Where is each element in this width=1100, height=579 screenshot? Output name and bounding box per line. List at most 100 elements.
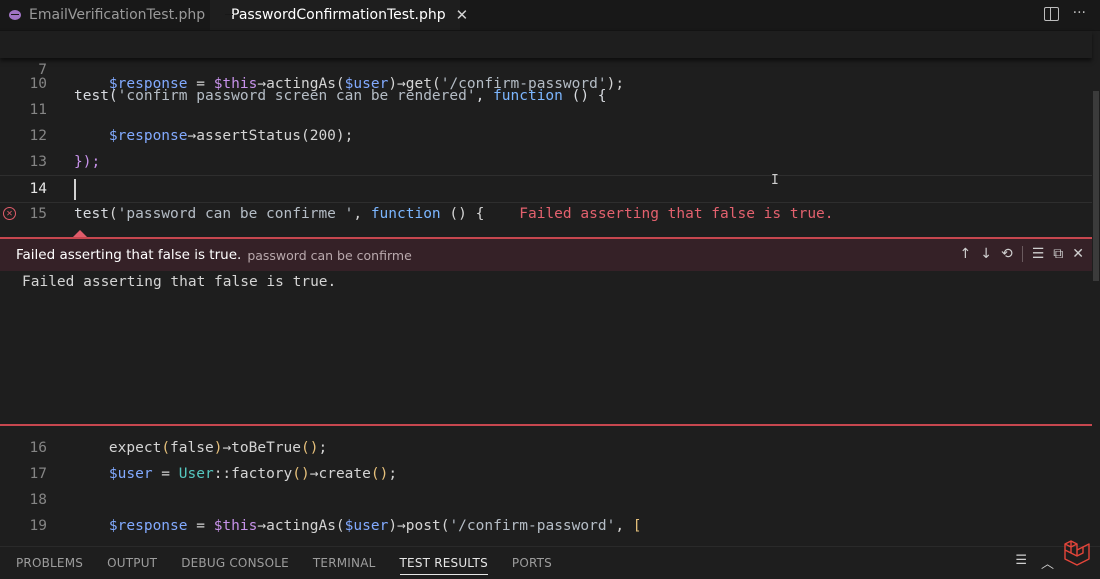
code-token: () { — [440, 206, 485, 222]
code-line[interactable]: 18 — [0, 487, 1092, 513]
code-token: $response — [108, 128, 188, 144]
code-token: test — [74, 88, 109, 104]
code-token: ); — [606, 76, 625, 92]
code-token: () — [370, 466, 389, 482]
text-caret — [74, 179, 76, 200]
code-token: () — [292, 466, 310, 482]
code-line[interactable]: 19 $response = $this→actingAs($user)→pos… — [0, 513, 1092, 539]
laravel-logo-icon — [1064, 540, 1090, 566]
test-failure-peek: Failed asserting that false is true. pas… — [0, 237, 1092, 426]
code-token: }); — [74, 154, 101, 170]
code-token: = — [152, 466, 179, 482]
code-token: '/confirm-password' — [449, 518, 616, 534]
tab-label: EmailVerificationTest.php — [29, 7, 206, 23]
peek-pointer — [73, 230, 87, 237]
code-token: $response — [108, 518, 188, 534]
code-line[interactable]: 12 $response→assertStatus(200); — [0, 123, 1092, 149]
code-token: ::factory — [213, 466, 293, 482]
list-view-icon[interactable]: ☰ — [1015, 553, 1027, 572]
code-token: 'password can be confirme ' — [117, 206, 354, 222]
line-number: 16 — [29, 440, 47, 456]
panel-tab-problems[interactable]: PROBLEMS — [16, 547, 83, 575]
code-token: , — [615, 518, 633, 534]
code-text: test('password can be confirme ', functi… — [74, 201, 834, 227]
code-text: $response = $this→actingAs($user)→post('… — [74, 513, 642, 539]
code-token: ); — [335, 128, 354, 144]
editor-tab-bar: EmailVerificationTest.php PasswordConfir… — [0, 0, 1100, 31]
code-token: expect — [74, 440, 162, 456]
line-number: 17 — [29, 466, 47, 482]
code-text: $user = User::factory()→create(); — [74, 461, 397, 487]
code-text: expect(false)→toBeTrue(); — [74, 435, 327, 461]
scrollbar-thumb[interactable] — [1093, 91, 1099, 281]
code-line[interactable]: 17 $user = User::factory()→create(); — [0, 461, 1092, 487]
tab-label: PasswordConfirmationTest.php — [231, 7, 446, 23]
panel-tab-debug-console[interactable]: DEBUG CONSOLE — [181, 547, 289, 575]
code-token: 200 — [309, 128, 336, 144]
sticky-scroll-line[interactable]: 7 test('confirm password screen can be r… — [0, 31, 1092, 104]
open-in-editor-icon[interactable]: ⧉ — [1053, 246, 1063, 262]
code-token: ( — [161, 440, 171, 456]
list-icon[interactable]: ☰ — [1032, 246, 1045, 262]
line-number: 15 — [29, 206, 47, 222]
text-cursor-ibeam-icon: I — [771, 173, 779, 188]
panel-tab-output[interactable]: OUTPUT — [107, 547, 157, 575]
panel-tab-terminal[interactable]: TERMINAL — [313, 547, 376, 575]
code-token: $user — [344, 518, 389, 534]
history-icon[interactable]: ⟲ — [1001, 246, 1013, 262]
code-token: = — [187, 518, 214, 534]
toolbar-separator — [1021, 246, 1023, 262]
code-token: () { — [562, 88, 607, 104]
code-token: test — [74, 206, 109, 222]
line-number: 18 — [29, 492, 47, 508]
php-file-icon — [9, 10, 21, 20]
code-token: , — [353, 206, 371, 222]
panel-tab-bar: PROBLEMS OUTPUT DEBUG CONSOLE TERMINAL T… — [0, 546, 1100, 575]
close-tab-icon[interactable]: ✕ — [456, 6, 469, 24]
code-line[interactable]: 16 expect(false)→toBeTrue(); — [0, 435, 1092, 461]
tab-password-confirmation-test[interactable]: PasswordConfirmationTest.php ✕ — [210, 0, 468, 30]
panel-tab-ports[interactable]: PORTS — [512, 547, 552, 575]
code-token: →actingAs( — [257, 518, 345, 534]
arrow-down-icon[interactable]: ↓ — [980, 246, 992, 262]
chevron-up-icon[interactable]: ︿ — [1041, 553, 1054, 572]
code-token: ; — [388, 466, 398, 482]
code-token: User — [178, 466, 214, 482]
line-number: 14 — [29, 181, 47, 197]
code-line[interactable]: 14 — [0, 175, 1092, 203]
arrow-up-icon[interactable]: ↑ — [960, 246, 972, 262]
code-token: , — [475, 88, 494, 104]
code-text: test('confirm password screen can be ren… — [74, 83, 607, 109]
code-token: () — [301, 440, 319, 456]
peek-message: Failed asserting that false is true. — [22, 274, 337, 290]
panel-tab-test-results[interactable]: TEST RESULTS — [399, 547, 489, 575]
code-token: function — [370, 206, 441, 222]
close-peek-icon[interactable]: ✕ — [1072, 246, 1084, 262]
tab-email-verification-test[interactable]: EmailVerificationTest.php — [0, 0, 211, 30]
split-editor-icon[interactable] — [1043, 7, 1059, 21]
peek-toolbar: ↑ ↓ ⟲ ☰ ⧉ ✕ — [960, 246, 1084, 262]
code-token: ( — [108, 88, 118, 104]
code-token: 'confirm password screen can be rendered… — [117, 88, 476, 104]
editor-actions: ··· — [1043, 5, 1086, 21]
code-token: function — [493, 88, 563, 104]
more-actions-icon[interactable]: ··· — [1073, 5, 1086, 21]
panel-actions: ☰ ︿ — [1015, 553, 1054, 572]
code-token: →create — [309, 466, 371, 482]
peek-subtitle: password can be confirme — [247, 247, 412, 263]
editor-scrollbar[interactable] — [1092, 31, 1100, 546]
line-number: 13 — [29, 154, 47, 170]
code-token: ( — [108, 206, 118, 222]
code-token: false — [170, 440, 214, 456]
code-token: →toBeTrue — [222, 440, 302, 456]
code-line[interactable]: 13}); — [0, 149, 1092, 175]
code-token: $user — [108, 466, 153, 482]
code-token: )→post( — [388, 518, 450, 534]
code-token: $this — [213, 518, 258, 534]
line-number: 7 — [38, 62, 47, 78]
code-text: }); — [74, 149, 100, 175]
code-line[interactable]: ✕ 15 test('password can be confirme ', fun… — [0, 201, 1092, 227]
